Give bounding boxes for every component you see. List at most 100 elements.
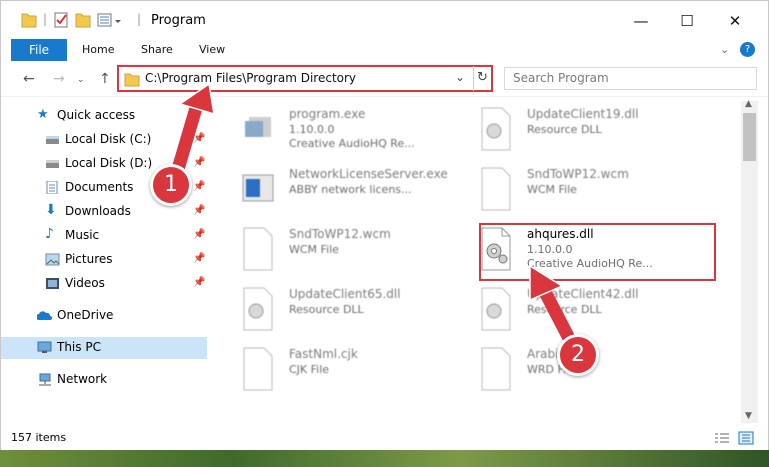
file-item[interactable]: UpdateClient65.dll Resource DLL [221, 281, 461, 341]
file-type: WCM File [289, 243, 339, 256]
file-name: UpdateClient42.dll [527, 287, 639, 301]
customize-toolbar-icon[interactable] [97, 11, 125, 29]
drive-icon [46, 136, 59, 144]
sidebar-item-music[interactable]: ♪ Music 📌 [1, 225, 207, 247]
file-item[interactable]: SndToWP12.wcm WCM File [221, 221, 461, 281]
expand-ribbon-icon[interactable]: ⌄ [720, 43, 729, 56]
pin-icon[interactable]: 📌 [193, 253, 205, 264]
pin-icon[interactable]: 📌 [193, 229, 205, 240]
file-name: UpdateClient19.dll [527, 107, 639, 121]
maximize-button[interactable]: ☐ [664, 7, 710, 35]
computer-icon [37, 341, 52, 353]
file-item[interactable]: SndToWP12.wcm WCM File [459, 161, 699, 221]
back-arrow-icon[interactable]: ← [23, 71, 35, 87]
file-name: SndToWP12.wcm [289, 227, 391, 241]
large-icons-view-icon[interactable] [738, 431, 754, 445]
folder-icon[interactable] [21, 11, 37, 29]
file-name: program.exe [289, 107, 366, 121]
documents-icon [46, 181, 58, 194]
downloads-icon: ⬇ [45, 202, 57, 218]
vertical-scrollbar[interactable]: ▲ ▼ [741, 99, 758, 423]
desktop-background [0, 450, 769, 467]
new-folder-icon[interactable] [75, 11, 91, 29]
videos-icon [46, 278, 59, 289]
folder-icon [124, 73, 140, 87]
tab-view[interactable]: View [199, 39, 225, 61]
tab-home[interactable]: Home [82, 39, 114, 61]
properties-icon[interactable] [53, 11, 69, 29]
exe-file-icon [245, 117, 271, 137]
status-bar: 157 items [1, 425, 768, 451]
help-icon[interactable]: ? [740, 42, 755, 57]
file-type: Resource DLL [527, 303, 602, 316]
sidebar-item-local-disk-c[interactable]: Local Disk (C:) 📌 [1, 129, 207, 151]
tab-file[interactable]: File [11, 39, 67, 61]
sidebar-item-network[interactable]: Network [1, 369, 207, 391]
tab-share[interactable]: Share [141, 39, 173, 61]
sidebar-item-label: Local Disk (C:) [65, 132, 152, 146]
sidebar-item-label: OneDrive [57, 308, 114, 322]
sidebar-item-label: Downloads [65, 204, 131, 218]
minimize-button[interactable]: — [618, 7, 664, 35]
address-bar[interactable]: C:\Program Files\Program Directory ⌄ ↻ [117, 65, 493, 92]
file-item[interactable]: NetworkLicenseServer.exe ABBY network li… [221, 161, 461, 221]
file-item[interactable]: UpdateClient42.dll Resource DLL [459, 281, 699, 341]
dll-file-icon [481, 107, 511, 151]
sidebar-item-label: Music [65, 228, 100, 242]
generic-file-icon [243, 347, 273, 391]
sidebar-item-label: Local Disk (D:) [65, 156, 153, 170]
file-item[interactable]: program.exe 1.10.0.0 Creative AudioHQ Re… [221, 101, 461, 161]
refresh-icon[interactable]: ↻ [477, 70, 488, 85]
separator: | [43, 12, 48, 26]
sidebar-item-label: This PC [57, 340, 101, 354]
details-view-icon[interactable] [714, 432, 730, 444]
sidebar-item-label: Documents [65, 180, 134, 194]
exe-file-icon [242, 174, 274, 202]
pin-icon[interactable]: 📌 [193, 181, 205, 192]
navigation-pane: ★ Quick access Local Disk (C:) 📌 Local D… [1, 101, 207, 423]
dll-file-icon [243, 287, 273, 331]
cloud-icon [37, 311, 52, 320]
generic-file-icon [481, 347, 511, 391]
separator: | [137, 12, 142, 26]
file-description: ABBY network licens... [289, 183, 412, 196]
file-name: NetworkLicenseServer.exe [289, 167, 448, 181]
title-bar: | | Program — ☐ ✕ [1, 1, 768, 39]
file-name: SndToWP12.wcm [527, 167, 629, 181]
item-count: 157 items [11, 431, 67, 444]
scroll-down-icon[interactable]: ▼ [745, 411, 752, 421]
step-badge-1: 1 [150, 164, 192, 206]
sidebar-item-quick-access[interactable]: ★ Quick access [1, 105, 207, 127]
pin-icon[interactable]: 📌 [193, 133, 205, 144]
sidebar-item-onedrive[interactable]: OneDrive [1, 305, 207, 327]
sidebar-item-this-pc[interactable]: This PC [1, 337, 207, 359]
search-input[interactable]: Search Program [513, 71, 609, 85]
file-item[interactable]: FastNml.cjk CJK File [221, 341, 461, 401]
file-type: CJK File [289, 363, 330, 376]
file-type: Resource DLL [289, 303, 364, 316]
up-arrow-icon[interactable]: ↑ [99, 71, 111, 87]
ribbon-tabs: File Home Share View ⌄ ? [1, 39, 768, 61]
network-icon [39, 373, 51, 386]
pin-icon[interactable]: 📌 [193, 205, 205, 216]
sidebar-item-label: Pictures [65, 252, 113, 266]
scroll-thumb[interactable] [743, 113, 756, 161]
sidebar-item-pictures[interactable]: Pictures 📌 [1, 249, 207, 271]
generic-file-icon [243, 227, 273, 271]
sidebar-item-label: Quick access [57, 108, 136, 122]
sidebar-item-videos[interactable]: Videos 📌 [1, 273, 207, 295]
scroll-up-icon[interactable]: ▲ [745, 99, 752, 109]
star-icon: ★ [37, 107, 49, 122]
file-item[interactable]: UpdateClient19.dll Resource DLL [459, 101, 699, 161]
forward-arrow-icon[interactable]: → [53, 71, 65, 87]
address-dropdown-icon[interactable]: ⌄ [455, 70, 465, 84]
search-box[interactable]: Search Program [504, 67, 757, 90]
pin-icon[interactable]: 📌 [193, 157, 205, 168]
step-badge-2: 2 [557, 334, 599, 376]
close-button[interactable]: ✕ [712, 7, 758, 35]
file-type: WCM File [527, 183, 577, 196]
pin-icon[interactable]: 📌 [193, 277, 205, 288]
recent-locations-icon[interactable]: ⌄ [77, 75, 85, 85]
pictures-icon [45, 253, 60, 266]
window-title: Program [151, 13, 206, 28]
